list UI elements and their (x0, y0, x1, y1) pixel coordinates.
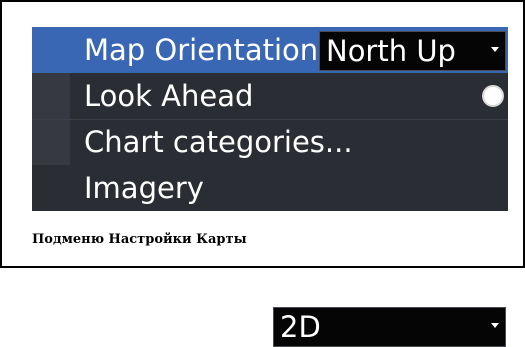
menu-item-chart-categories[interactable]: Chart categories... (32, 119, 508, 165)
look-ahead-label: Look Ahead (84, 79, 254, 113)
figure-frame: Map Orientation North Up Look Ahead Char… (0, 0, 525, 347)
map-settings-submenu: Map Orientation North Up Look Ahead Char… (32, 27, 508, 347)
map-orientation-label: Map Orientation (84, 33, 319, 67)
imagery-value: 2D (280, 310, 321, 344)
chevron-down-icon (491, 323, 499, 328)
chevron-down-icon (491, 47, 499, 52)
chart-categories-label: Chart categories... (84, 125, 353, 159)
figure-caption: Подменю Настройки Карты (32, 232, 247, 247)
imagery-dropdown[interactable]: 2D (273, 307, 506, 347)
menu-item-imagery[interactable]: Imagery 2D (32, 165, 508, 347)
map-orientation-value: North Up (326, 34, 456, 68)
menu-item-look-ahead[interactable]: Look Ahead (32, 73, 508, 119)
imagery-label: Imagery (84, 171, 204, 205)
look-ahead-toggle[interactable] (482, 85, 504, 107)
map-orientation-dropdown[interactable]: North Up (319, 31, 506, 71)
menu-item-map-orientation[interactable]: Map Orientation North Up (32, 27, 508, 73)
